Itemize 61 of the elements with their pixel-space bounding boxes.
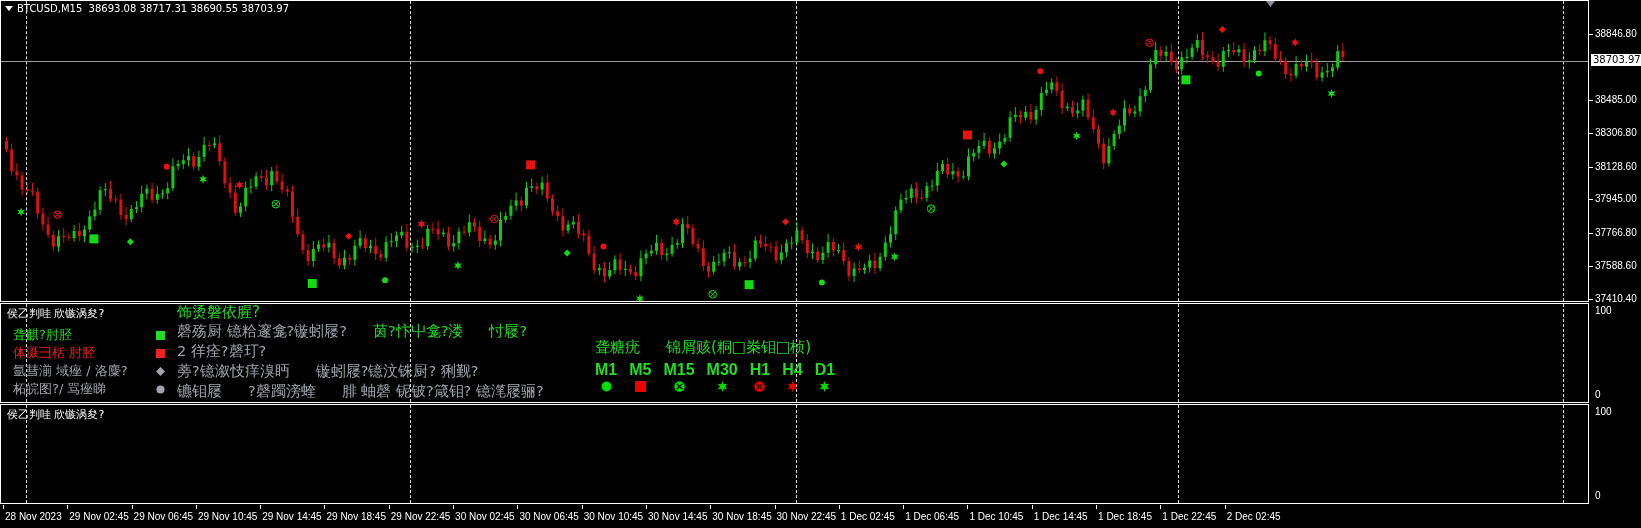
- shift-marker-icon[interactable]: [1266, 1, 1275, 7]
- price-label: 37588.60: [1595, 260, 1637, 272]
- info-text: 蒡?镱溆忮痒溴眄: [177, 362, 290, 382]
- legend-label: 柘皖图?/ 骂痤睇: [13, 380, 107, 399]
- scale-label: 0: [1595, 490, 1601, 503]
- time-label: 29 Nov 14:45: [262, 511, 322, 523]
- time-label: 1 Dec 06:45: [905, 511, 960, 523]
- timeframe-label: M1: [595, 361, 618, 380]
- info-text: 镳钼屦: [177, 382, 222, 402]
- current-price-tag: 38703.97: [1591, 54, 1641, 66]
- time-label: 29 Nov 22:45: [390, 511, 451, 523]
- dropdown-icon[interactable]: [5, 6, 13, 11]
- info-title: 饰烫磐依腥?: [177, 304, 261, 323]
- time-label: 30 Nov 02:45: [455, 511, 515, 523]
- price-label: 38485.00: [1595, 94, 1637, 106]
- info-text: 腓 蚰磬 铌铍?箴钼? 镱滗屦骊?: [341, 382, 544, 402]
- timeframe-heading: 聋糖疣: [595, 338, 640, 358]
- time-label: 28 Nov 2023: [5, 511, 62, 523]
- timeframe-label: H1: [749, 361, 771, 380]
- time-label: 29 Nov 02:45: [69, 511, 129, 523]
- time-label: 30 Nov 10:45: [583, 511, 644, 523]
- price-label: 37410.40: [1595, 293, 1637, 305]
- time-label: 29 Nov 18:45: [326, 511, 386, 523]
- timeframe-label: M5: [629, 361, 652, 380]
- timeframe-label: M30: [706, 361, 738, 380]
- info-text: 镟蚓屦?镱汶铢厨? 猁觐?: [315, 362, 479, 382]
- price-label: 38128.60: [1595, 161, 1637, 173]
- time-label: 1 Dec 10:45: [969, 511, 1024, 523]
- scale-label: 100: [1595, 406, 1612, 419]
- info-text: 2 徉痊?磬玎?: [177, 342, 267, 362]
- legend-label: 聋麒?肘胫: [13, 326, 72, 345]
- time-label: 30 Nov 22:45: [776, 511, 837, 523]
- time-label: 1 Dec 02:45: [840, 511, 895, 523]
- info-text: 磬殇厨 镱粭邃龛?镟蚓屦?: [177, 322, 347, 342]
- time-label: 2 Dec 02:45: [1226, 511, 1281, 523]
- time-label: 1 Dec 22:45: [1162, 511, 1217, 523]
- time-label: 1 Dec 14:45: [1033, 511, 1088, 523]
- time-label: 30 Nov 14:45: [647, 511, 708, 523]
- info-text: 茵?忭屮龛?溇: [373, 322, 464, 342]
- price-label: 37945.00: [1595, 193, 1637, 205]
- legend-label: 体滠彐栝 肘胫: [13, 344, 96, 363]
- legend-label: 氩彗湔 域痤 / 洛麋?: [13, 362, 128, 381]
- time-label: 30 Nov 06:45: [519, 511, 579, 523]
- info-text: 忖屦?: [489, 322, 528, 342]
- time-label: 29 Nov 06:45: [133, 511, 194, 523]
- price-label: 38306.80: [1595, 127, 1637, 139]
- price-label: 38846.80: [1595, 28, 1637, 40]
- symbol-quote-text: BTCUSD,M15 38693.08 38717.31 38690.55 38703.97: [17, 3, 290, 14]
- scale-label: 0: [1595, 389, 1601, 402]
- timeframe-label: D1: [814, 361, 836, 380]
- timeframe-label: H4: [782, 361, 803, 380]
- indicator-title: 侯乙判哇 欣镞涡夋?: [7, 407, 105, 423]
- info-text: ?磬躅滂蝰: [248, 382, 316, 402]
- scale-label: 100: [1595, 305, 1612, 318]
- timeframe-heading: 锦屑赅(粡□桊钼□桢): [666, 338, 812, 358]
- time-label: 30 Nov 18:45: [712, 511, 772, 523]
- price-label: 37766.80: [1595, 227, 1637, 239]
- time-label: 29 Nov 10:45: [197, 511, 258, 523]
- time-label: 1 Dec 18:45: [1098, 511, 1152, 523]
- indicator-title: 侯乙判哇 欣镞涡夋?: [7, 306, 105, 322]
- timeframe-label: M15: [663, 361, 695, 380]
